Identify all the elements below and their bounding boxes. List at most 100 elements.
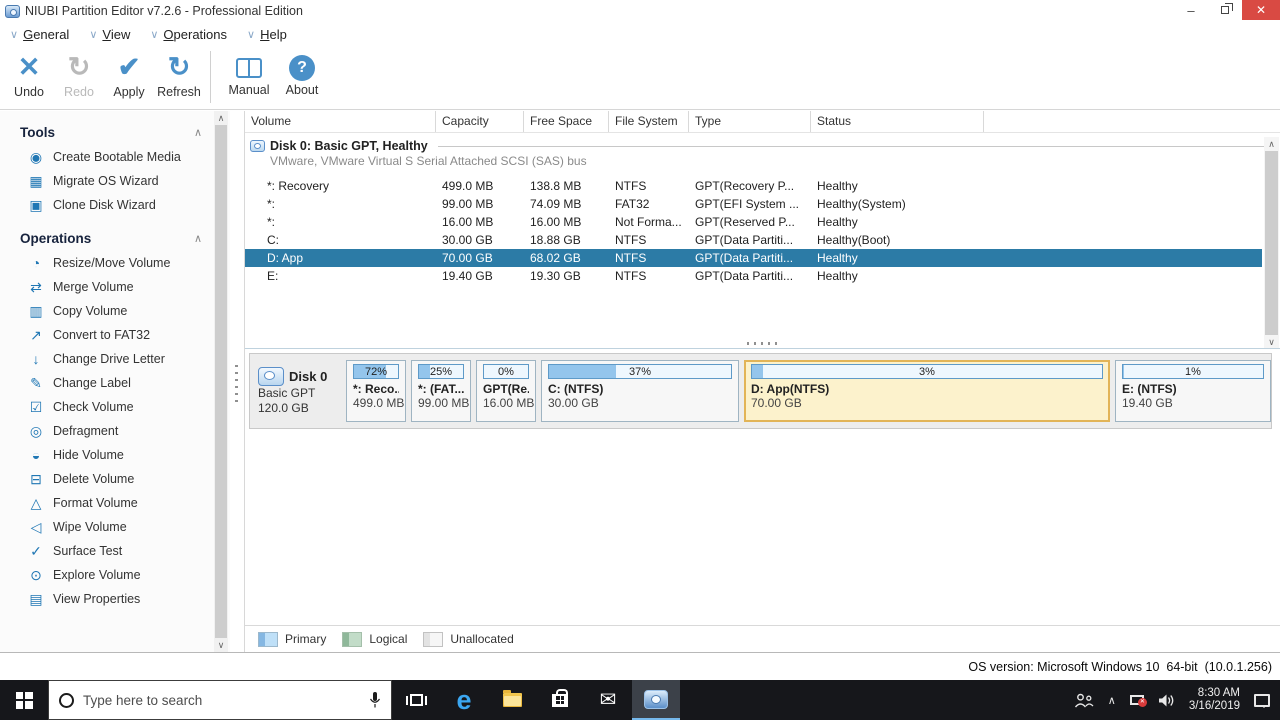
sidebar-item-change-label[interactable]: ✎ Change Label <box>0 371 230 395</box>
scroll-up-icon[interactable]: ∧ <box>214 111 228 125</box>
sidebar-item-merge-volume[interactable]: ⇄ Merge Volume <box>0 275 230 299</box>
manual-button[interactable]: Manual <box>221 46 277 97</box>
scrollbar-thumb[interactable] <box>215 125 227 638</box>
redo-label: Redo <box>64 85 94 99</box>
sidebar-item-clone-disk-wizard[interactable]: ▣ Clone Disk Wizard <box>0 193 230 217</box>
partition-size: 16.00 MB <box>483 396 535 410</box>
tools-section-header[interactable]: Tools ∧ <box>0 119 230 145</box>
sidebar-item-label: Change Label <box>53 376 131 390</box>
table-row-efi[interactable]: *: 99.00 MB 74.09 MB FAT32 GPT(EFI Syste… <box>245 195 1262 213</box>
table-scrollbar[interactable]: ∧ ∨ <box>1264 137 1279 349</box>
sidebar-scrollbar[interactable]: ∧ ∨ <box>214 111 228 652</box>
sidebar-item-label: Migrate OS Wizard <box>53 174 159 188</box>
scrollbar-thumb[interactable] <box>1265 151 1278 335</box>
cell-type: GPT(Recovery P... <box>695 179 795 193</box>
panel-divider <box>245 348 1280 349</box>
sidebar-item-defragment[interactable]: ◎ Defragment <box>0 419 230 443</box>
scroll-down-icon[interactable]: ∨ <box>214 638 228 652</box>
task-view-button[interactable] <box>392 680 440 720</box>
partition-size: 99.00 MB <box>418 396 470 410</box>
menu-help[interactable]: ∨ Help <box>247 27 287 42</box>
minimize-button[interactable]: – <box>1174 0 1208 20</box>
undo-button[interactable]: ✕ Undo <box>4 46 54 99</box>
close-icon: ✕ <box>1255 3 1267 17</box>
tray-chevron-up-icon[interactable]: ∧ <box>1108 694 1116 707</box>
partition-block-efi[interactable]: 25% *: (FAT... 99.00 MB <box>411 360 471 422</box>
table-row-c[interactable]: C: 30.00 GB 18.88 GB NTFS GPT(Data Parti… <box>245 231 1262 249</box>
horizontal-splitter-handle[interactable] <box>746 341 779 345</box>
start-button[interactable] <box>0 680 48 720</box>
table-row-reserved[interactable]: *: 16.00 MB 16.00 MB Not Forma... GPT(Re… <box>245 213 1262 231</box>
speaker-icon[interactable] <box>1158 693 1175 708</box>
table-row-d-selected[interactable]: D: App 70.00 GB 68.02 GB NTFS GPT(Data P… <box>245 249 1262 267</box>
sidebar-item-hide-volume[interactable]: ◒ Hide Volume <box>0 443 230 467</box>
redo-button[interactable]: ↻ Redo <box>54 46 104 99</box>
menu-general[interactable]: ∨ General <box>10 27 69 42</box>
search-input[interactable] <box>83 692 360 708</box>
sidebar: Tools ∧ ◉ Create Bootable Media ▦ Migrat… <box>0 111 230 652</box>
partition-block-c[interactable]: 37% C: (NTFS) 30.00 GB <box>541 360 739 422</box>
sidebar-item-delete-volume[interactable]: ⊟ Delete Volume <box>0 467 230 491</box>
disk-map-info[interactable]: Disk 0 Basic GPT 120.0 GB <box>255 366 341 416</box>
sidebar-item-change-drive-letter[interactable]: ↓ Change Drive Letter <box>0 347 230 371</box>
usage-bar: 1% <box>1122 364 1264 379</box>
sidebar-item-explore-volume[interactable]: ⊙ Explore Volume <box>0 563 230 587</box>
column-header-type[interactable]: Type <box>689 111 811 132</box>
action-center-icon[interactable] <box>1254 693 1270 708</box>
cell-capacity: 70.00 GB <box>442 251 493 265</box>
sidebar-item-convert-to-fat32[interactable]: ↗ Convert to FAT32 <box>0 323 230 347</box>
table-row-recovery[interactable]: *: Recovery 499.0 MB 138.8 MB NTFS GPT(R… <box>245 177 1262 195</box>
restore-icon <box>1221 3 1233 14</box>
sidebar-item-format-volume[interactable]: △ Format Volume <box>0 491 230 515</box>
file-explorer-button[interactable] <box>488 680 536 720</box>
store-button[interactable] <box>536 680 584 720</box>
column-header-capacity[interactable]: Capacity <box>436 111 524 132</box>
column-header-file-system[interactable]: File System <box>609 111 689 132</box>
about-button[interactable]: ? About <box>277 46 327 97</box>
refresh-icon: ↻ <box>167 52 191 82</box>
scroll-up-icon[interactable]: ∧ <box>1264 137 1279 151</box>
disk-group-row[interactable]: Disk 0: Basic GPT, Healthy VMware, VMwar… <box>245 138 1280 170</box>
sidebar-item-label: Clone Disk Wizard <box>53 198 156 212</box>
table-row-e[interactable]: E: 19.40 GB 19.30 GB NTFS GPT(Data Parti… <box>245 267 1262 285</box>
sidebar-item-create-bootable-media[interactable]: ◉ Create Bootable Media <box>0 145 230 169</box>
column-header-free-space[interactable]: Free Space <box>524 111 609 132</box>
restore-button[interactable] <box>1208 0 1242 20</box>
edge-button[interactable]: e <box>440 680 488 720</box>
magnifier-icon: ⊙ <box>30 566 42 583</box>
taskbar: e ✉ ∧ ✕ 8:30 AM 3/16/2019 <box>0 680 1280 720</box>
menu-view[interactable]: ∨ View <box>89 27 130 42</box>
apply-button[interactable]: ✔ Apply <box>104 46 154 99</box>
sidebar-item-view-properties[interactable]: ▤ View Properties <box>0 587 230 611</box>
cell-file-system: NTFS <box>615 233 647 247</box>
menu-operations[interactable]: ∨ Operations <box>150 27 227 42</box>
column-header-status[interactable]: Status <box>811 111 984 132</box>
niubi-app-button-active[interactable] <box>632 680 680 720</box>
sidebar-item-migrate-os-wizard[interactable]: ▦ Migrate OS Wizard <box>0 169 230 193</box>
people-icon[interactable] <box>1074 693 1094 708</box>
microphone-icon[interactable] <box>369 691 381 709</box>
toolbar-separator <box>210 51 211 103</box>
partition-block-recovery[interactable]: 72% *: Reco... 499.0 MB <box>346 360 406 422</box>
partition-block-d-selected[interactable]: 3% D: App(NTFS) 70.00 GB <box>744 360 1110 422</box>
vertical-splitter-handle[interactable] <box>235 365 238 403</box>
sidebar-item-check-volume[interactable]: ☑ Check Volume <box>0 395 230 419</box>
column-header-volume[interactable]: Volume <box>245 111 436 132</box>
sidebar-item-resize-move-volume[interactable]: ◔ Resize/Move Volume <box>0 251 230 275</box>
sidebar-item-label: Check Volume <box>53 400 134 414</box>
sidebar-item-surface-test[interactable]: ✓ Surface Test <box>0 539 230 563</box>
taskbar-clock[interactable]: 8:30 AM 3/16/2019 <box>1189 687 1240 714</box>
mail-button[interactable]: ✉ <box>584 680 632 720</box>
network-icon[interactable]: ✕ <box>1129 695 1147 707</box>
close-button[interactable]: ✕ <box>1242 0 1280 20</box>
partition-block-reserved[interactable]: 0% GPT(Re... 16.00 MB <box>476 360 536 422</box>
partition-block-e[interactable]: 1% E: (NTFS) 19.40 GB <box>1115 360 1271 422</box>
cell-free-space: 138.8 MB <box>530 179 582 193</box>
sidebar-item-wipe-volume[interactable]: ◁ Wipe Volume <box>0 515 230 539</box>
refresh-button[interactable]: ↻ Refresh <box>154 46 204 99</box>
sidebar-item-copy-volume[interactable]: ▥ Copy Volume <box>0 299 230 323</box>
eraser-icon: ◁ <box>30 518 42 535</box>
operations-section-header[interactable]: Operations ∧ <box>0 225 230 251</box>
unallocated-swatch-icon <box>423 631 444 647</box>
taskbar-search[interactable] <box>48 680 392 720</box>
